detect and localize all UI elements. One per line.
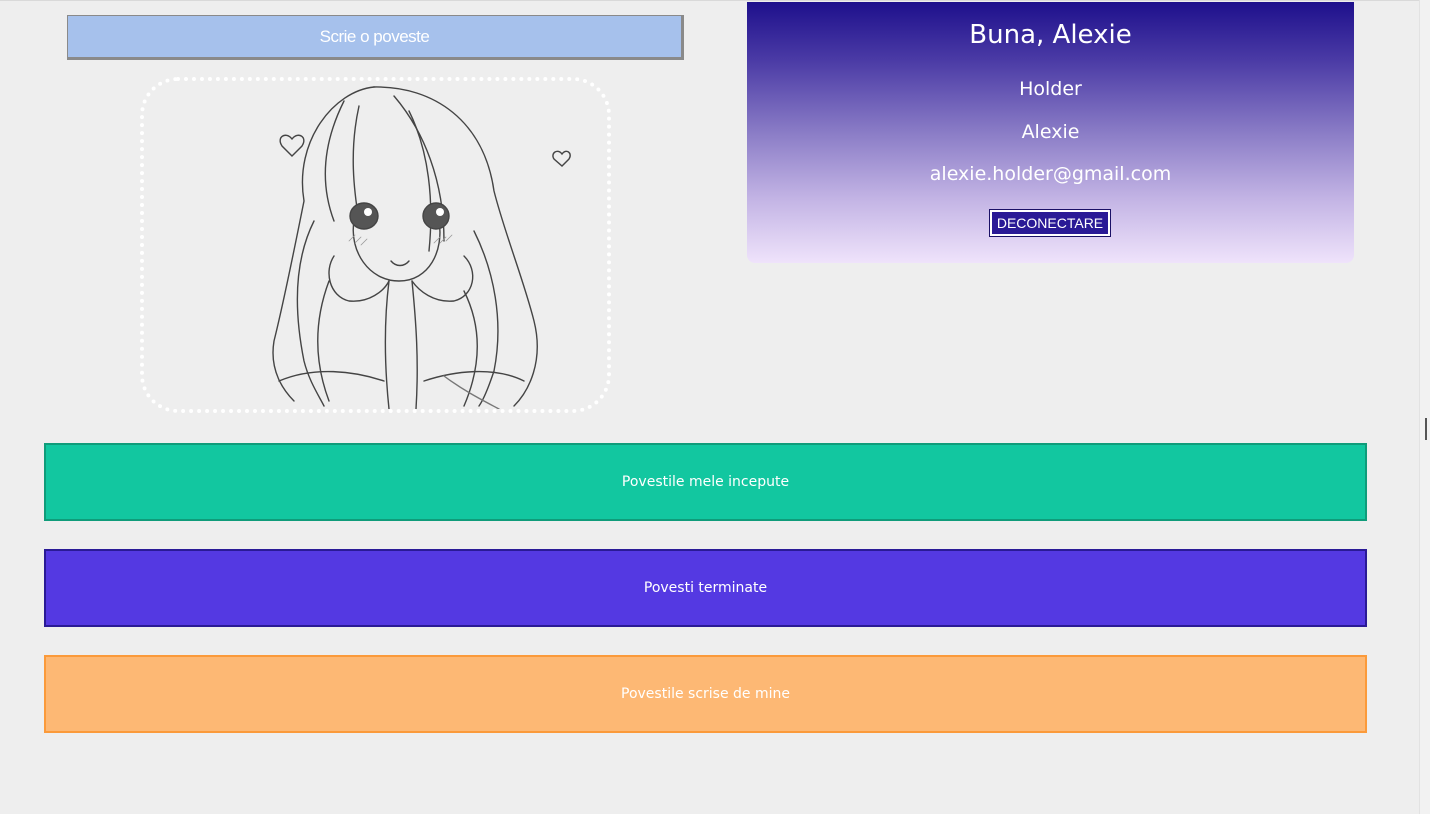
heart-icon (279, 134, 305, 157)
my-written-stories-button[interactable]: Povestile scrise de mine (44, 655, 1367, 733)
last-name: Holder (1019, 78, 1082, 100)
avatar-frame (140, 77, 611, 413)
scrollbar-track[interactable] (1419, 0, 1430, 814)
write-story-button[interactable]: Scrie o poveste (67, 15, 684, 60)
top-border (0, 0, 1420, 1)
email: alexie.holder@gmail.com (929, 163, 1172, 185)
first-name: Alexie (1021, 121, 1080, 143)
avatar-image (272, 86, 571, 409)
heart-icon (552, 150, 571, 167)
started-stories-button[interactable]: Povestile mele incepute (44, 443, 1367, 521)
logout-button[interactable]: DECONECTARE (989, 209, 1111, 237)
greeting-title: Buna, Alexie (969, 20, 1132, 50)
finished-stories-button[interactable]: Povesti terminate (44, 549, 1367, 627)
profile-card: Buna, Alexie Holder Alexie alexie.holder… (747, 2, 1354, 263)
scroll-thumb[interactable] (1425, 418, 1427, 440)
